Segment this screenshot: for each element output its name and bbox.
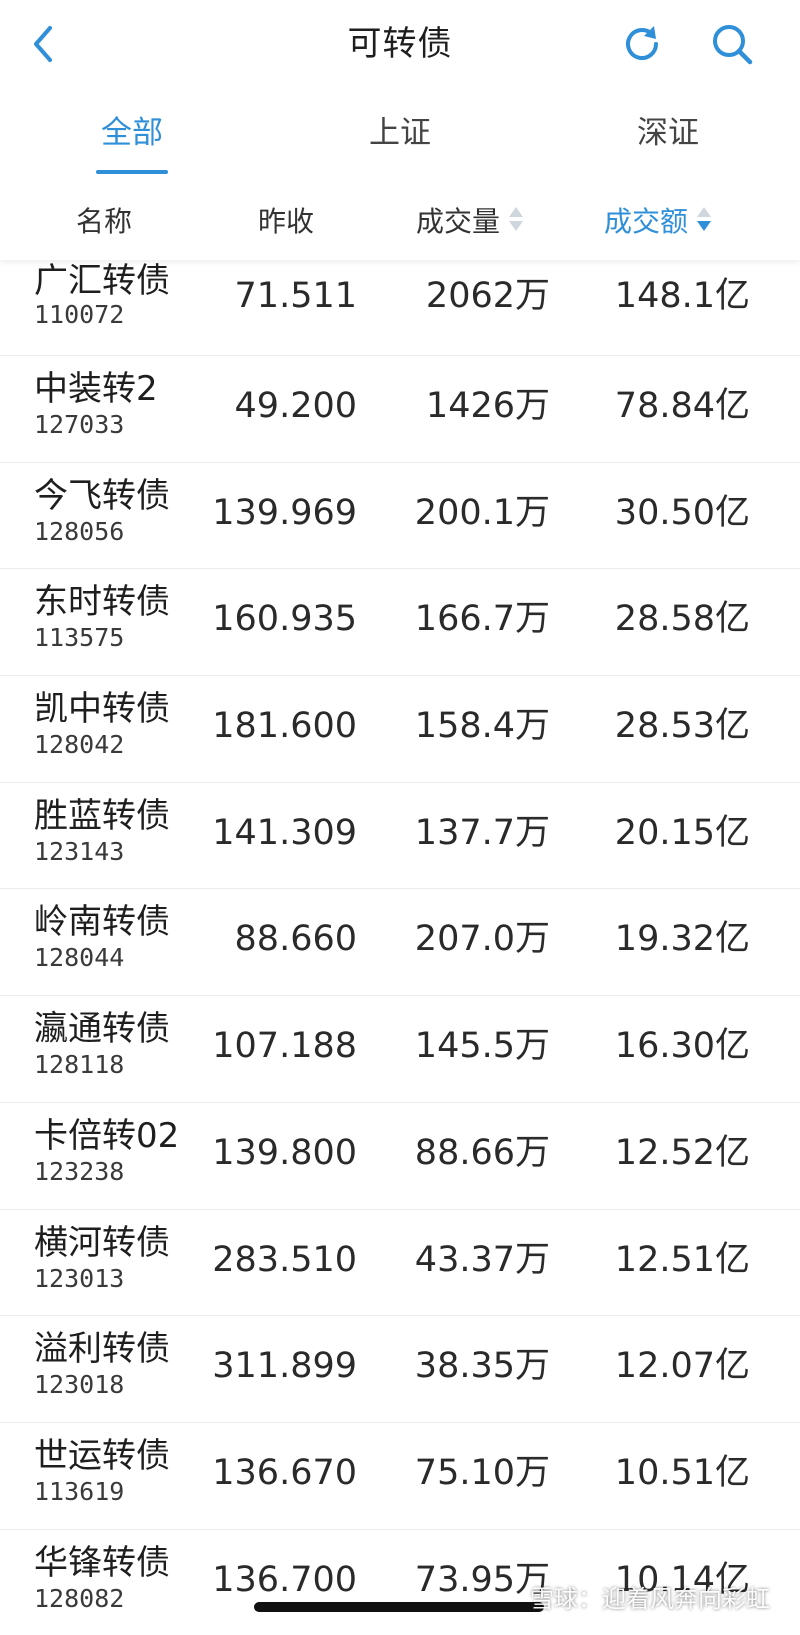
previous-close: 88.660	[234, 919, 357, 960]
column-header: 名称 昨收 成交量 成交额	[0, 192, 800, 260]
trade-volume: 166.7万	[414, 599, 550, 640]
trade-volume: 88.66万	[414, 1132, 550, 1173]
bond-name: 中装转2	[34, 369, 158, 409]
bond-name: 今飞转债	[34, 475, 170, 516]
tab-shenzhen[interactable]: 深证	[568, 112, 768, 154]
trade-amount: 16.30亿	[614, 1026, 750, 1067]
table-row[interactable]: 今飞转债 128056 139.969 200.1万 30.50亿	[0, 463, 800, 570]
table-row[interactable]: 胜蓝转债 123143 141.309 137.7万 20.15亿	[0, 783, 800, 890]
bond-code: 127033	[34, 410, 125, 439]
column-volume-header[interactable]: 成交量	[416, 202, 524, 242]
active-tab-indicator	[96, 170, 168, 174]
bond-code: 123238	[34, 1156, 125, 1186]
market-tabs: 全部 上证 深证	[0, 100, 800, 180]
bond-name: 瀛通转债	[34, 1009, 170, 1050]
navigation-bar: 可转债	[0, 0, 800, 92]
watermark: 雪球：迎着风奔向彩虹	[530, 1585, 770, 1613]
previous-close: 71.511	[234, 276, 357, 316]
previous-close: 283.510	[212, 1239, 357, 1280]
previous-close: 311.899	[212, 1346, 357, 1387]
bond-list: 广汇转债 110072 71.511 2062万 148.1亿中装转2 127033 49.…	[0, 260, 800, 1635]
bond-code: 128056	[34, 516, 125, 546]
table-row[interactable]: 世运转债 113619 136.670 75.10万 10.51亿	[0, 1423, 800, 1530]
trade-volume: 158.4万	[414, 706, 550, 747]
bond-code: 113619	[34, 1476, 125, 1506]
column-amount-header[interactable]: 成交额	[604, 202, 712, 242]
trade-amount: 10.51亿	[614, 1452, 750, 1493]
bond-name: 世运转债	[34, 1435, 170, 1476]
trade-volume: 2062万	[425, 276, 550, 316]
trade-amount: 78.84亿	[614, 386, 750, 426]
trade-volume: 200.1万	[414, 492, 550, 533]
previous-close: 139.969	[212, 492, 357, 533]
sort-arrows-icon	[508, 205, 524, 235]
previous-close: 139.800	[212, 1132, 357, 1173]
bond-name: 胜蓝转债	[34, 795, 170, 836]
trade-amount: 12.52亿	[614, 1132, 750, 1173]
previous-close: 141.309	[212, 812, 357, 853]
bond-name: 卡倍转02	[34, 1115, 180, 1156]
bond-code: 128042	[34, 730, 125, 760]
table-row[interactable]: 瀛通转债 128118 107.188 145.5万 16.30亿	[0, 996, 800, 1103]
trade-volume: 207.0万	[414, 919, 550, 960]
table-row[interactable]: 横河转债 123013 283.510 43.37万 12.51亿	[0, 1210, 800, 1317]
bond-code: 123013	[34, 1263, 125, 1293]
trade-volume: 1426万	[425, 386, 550, 426]
bond-name: 岭南转债	[34, 902, 170, 943]
bond-code: 113575	[34, 623, 125, 653]
bond-name: 溢利转债	[34, 1329, 170, 1370]
column-name-header[interactable]: 名称	[76, 202, 132, 242]
table-row[interactable]: 卡倍转02 123238 139.800 88.66万 12.52亿	[0, 1103, 800, 1210]
tab-all[interactable]: 全部	[32, 112, 232, 154]
trade-amount: 19.32亿	[614, 919, 750, 960]
bond-code: 128044	[34, 943, 125, 973]
bond-name: 凯中转债	[34, 689, 170, 730]
table-row[interactable]: 凯中转债 128042 181.600 158.4万 28.53亿	[0, 676, 800, 783]
trade-amount: 20.15亿	[614, 812, 750, 853]
page-title: 可转债	[347, 24, 453, 64]
trade-volume: 145.5万	[414, 1026, 550, 1067]
table-row[interactable]: 广汇转债 110072 71.511 2062万 148.1亿	[0, 260, 800, 356]
trade-amount: 12.51亿	[614, 1239, 750, 1280]
trade-amount: 28.53亿	[614, 706, 750, 747]
bond-code: 123018	[34, 1370, 125, 1400]
trade-amount: 148.1亿	[614, 276, 750, 316]
trade-amount: 12.07亿	[614, 1346, 750, 1387]
table-row[interactable]: 溢利转债 123018 311.899 38.35万 12.07亿	[0, 1316, 800, 1423]
trade-volume: 43.37万	[414, 1239, 550, 1280]
column-volume-label: 成交量	[416, 205, 501, 238]
search-button[interactable]	[708, 20, 756, 68]
previous-close: 49.200	[234, 386, 357, 426]
home-indicator	[254, 1602, 544, 1612]
trade-amount: 28.58亿	[614, 599, 750, 640]
column-amount-label: 成交额	[604, 205, 689, 238]
bond-name: 广汇转债	[34, 261, 170, 301]
bond-name: 横河转债	[34, 1222, 170, 1263]
column-close-header[interactable]: 昨收	[258, 202, 314, 242]
table-row[interactable]: 中装转2 127033 49.200 1426万 78.84亿	[0, 356, 800, 463]
bond-code: 110072	[34, 300, 125, 329]
previous-close: 160.935	[212, 599, 357, 640]
bond-code: 128082	[34, 1583, 125, 1613]
refresh-button[interactable]	[618, 20, 666, 68]
previous-close: 107.188	[212, 1026, 357, 1067]
previous-close: 136.700	[212, 1559, 357, 1600]
previous-close: 181.600	[212, 706, 357, 747]
trade-volume: 75.10万	[414, 1452, 550, 1493]
bond-name: 东时转债	[34, 582, 170, 623]
table-row[interactable]: 东时转债 113575 160.935 166.7万 28.58亿	[0, 569, 800, 677]
search-icon	[713, 25, 753, 65]
trade-volume: 137.7万	[414, 812, 550, 853]
trade-volume: 38.35万	[414, 1346, 550, 1387]
bond-code: 123143	[34, 836, 125, 866]
bond-code: 128118	[34, 1050, 125, 1080]
sort-descending-icon	[696, 205, 712, 235]
refresh-icon	[626, 26, 658, 60]
bond-name: 华锋转债	[34, 1542, 170, 1583]
tab-shanghai[interactable]: 上证	[300, 112, 500, 154]
previous-close: 136.670	[212, 1452, 357, 1493]
trade-amount: 30.50亿	[614, 492, 750, 533]
table-row[interactable]: 岭南转债 128044 88.660 207.0万 19.32亿	[0, 889, 800, 997]
